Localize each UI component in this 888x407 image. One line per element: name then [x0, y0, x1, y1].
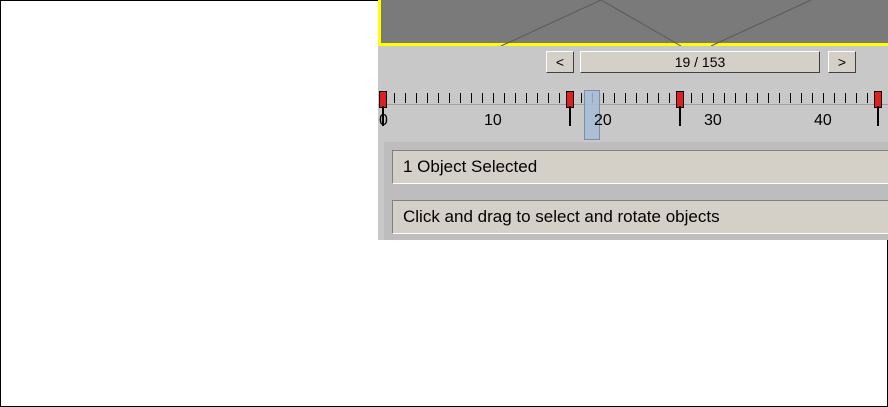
track-tick: [757, 93, 758, 103]
track-tick: [603, 93, 604, 103]
track-bar-baseline: [378, 104, 888, 105]
track-tick: [713, 93, 714, 103]
max-bottom-panel: < 19 / 153 > 0 10 20 30 40 1 Object Sele…: [378, 0, 888, 240]
track-tick: [724, 93, 725, 103]
track-tick: [735, 93, 736, 103]
track-tick: [438, 93, 439, 103]
track-tick: [559, 93, 560, 103]
track-tick: [548, 93, 549, 103]
track-tick: [471, 93, 472, 103]
track-tick: [867, 93, 868, 103]
track-tick: [504, 93, 505, 103]
viewport-grid: [500, 0, 812, 46]
track-label-30: 30: [704, 112, 722, 129]
prompt-line: Click and drag to select and rotate obje…: [392, 200, 888, 234]
track-tick: [702, 93, 703, 103]
track-tick: [482, 93, 483, 103]
track-tick: [823, 93, 824, 103]
track-tick: [405, 93, 406, 103]
track-tick: [768, 93, 769, 103]
track-tick: [658, 93, 659, 103]
track-tick: [427, 93, 428, 103]
time-slider-thumb[interactable]: 19 / 153: [580, 51, 820, 73]
track-tick: [801, 93, 802, 103]
track-tick: [691, 93, 692, 103]
key-marker-stem: [569, 106, 571, 126]
track-tick: [537, 93, 538, 103]
track-tick: [515, 93, 516, 103]
track-tick: [625, 93, 626, 103]
track-tick: [394, 93, 395, 103]
track-tick: [856, 93, 857, 103]
track-label-20: 20: [594, 112, 612, 129]
track-tick: [845, 93, 846, 103]
track-label-40: 40: [814, 112, 832, 129]
track-tick: [790, 93, 791, 103]
track-tick: [449, 93, 450, 103]
track-tick: [636, 93, 637, 103]
track-label-10: 10: [484, 112, 502, 129]
track-tick: [614, 93, 615, 103]
track-tick: [493, 93, 494, 103]
track-tick: [526, 93, 527, 103]
track-bar[interactable]: 0 10 20 30 40: [378, 86, 888, 140]
prev-frame-button[interactable]: <: [546, 51, 574, 73]
track-tick: [834, 93, 835, 103]
track-tick: [647, 93, 648, 103]
track-label-0: 0: [379, 112, 388, 129]
track-tick: [416, 93, 417, 103]
track-tick: [460, 93, 461, 103]
key-marker-stem: [679, 106, 681, 126]
track-tick: [669, 93, 670, 103]
track-tick: [779, 93, 780, 103]
track-tick: [812, 93, 813, 103]
selection-status: 1 Object Selected: [392, 150, 888, 184]
key-marker-stem: [877, 106, 879, 126]
viewport-active[interactable]: [378, 0, 888, 46]
next-frame-button[interactable]: >: [828, 51, 856, 73]
time-slider: < 19 / 153 >: [378, 48, 888, 74]
track-tick: [746, 93, 747, 103]
track-tick: [581, 93, 582, 103]
